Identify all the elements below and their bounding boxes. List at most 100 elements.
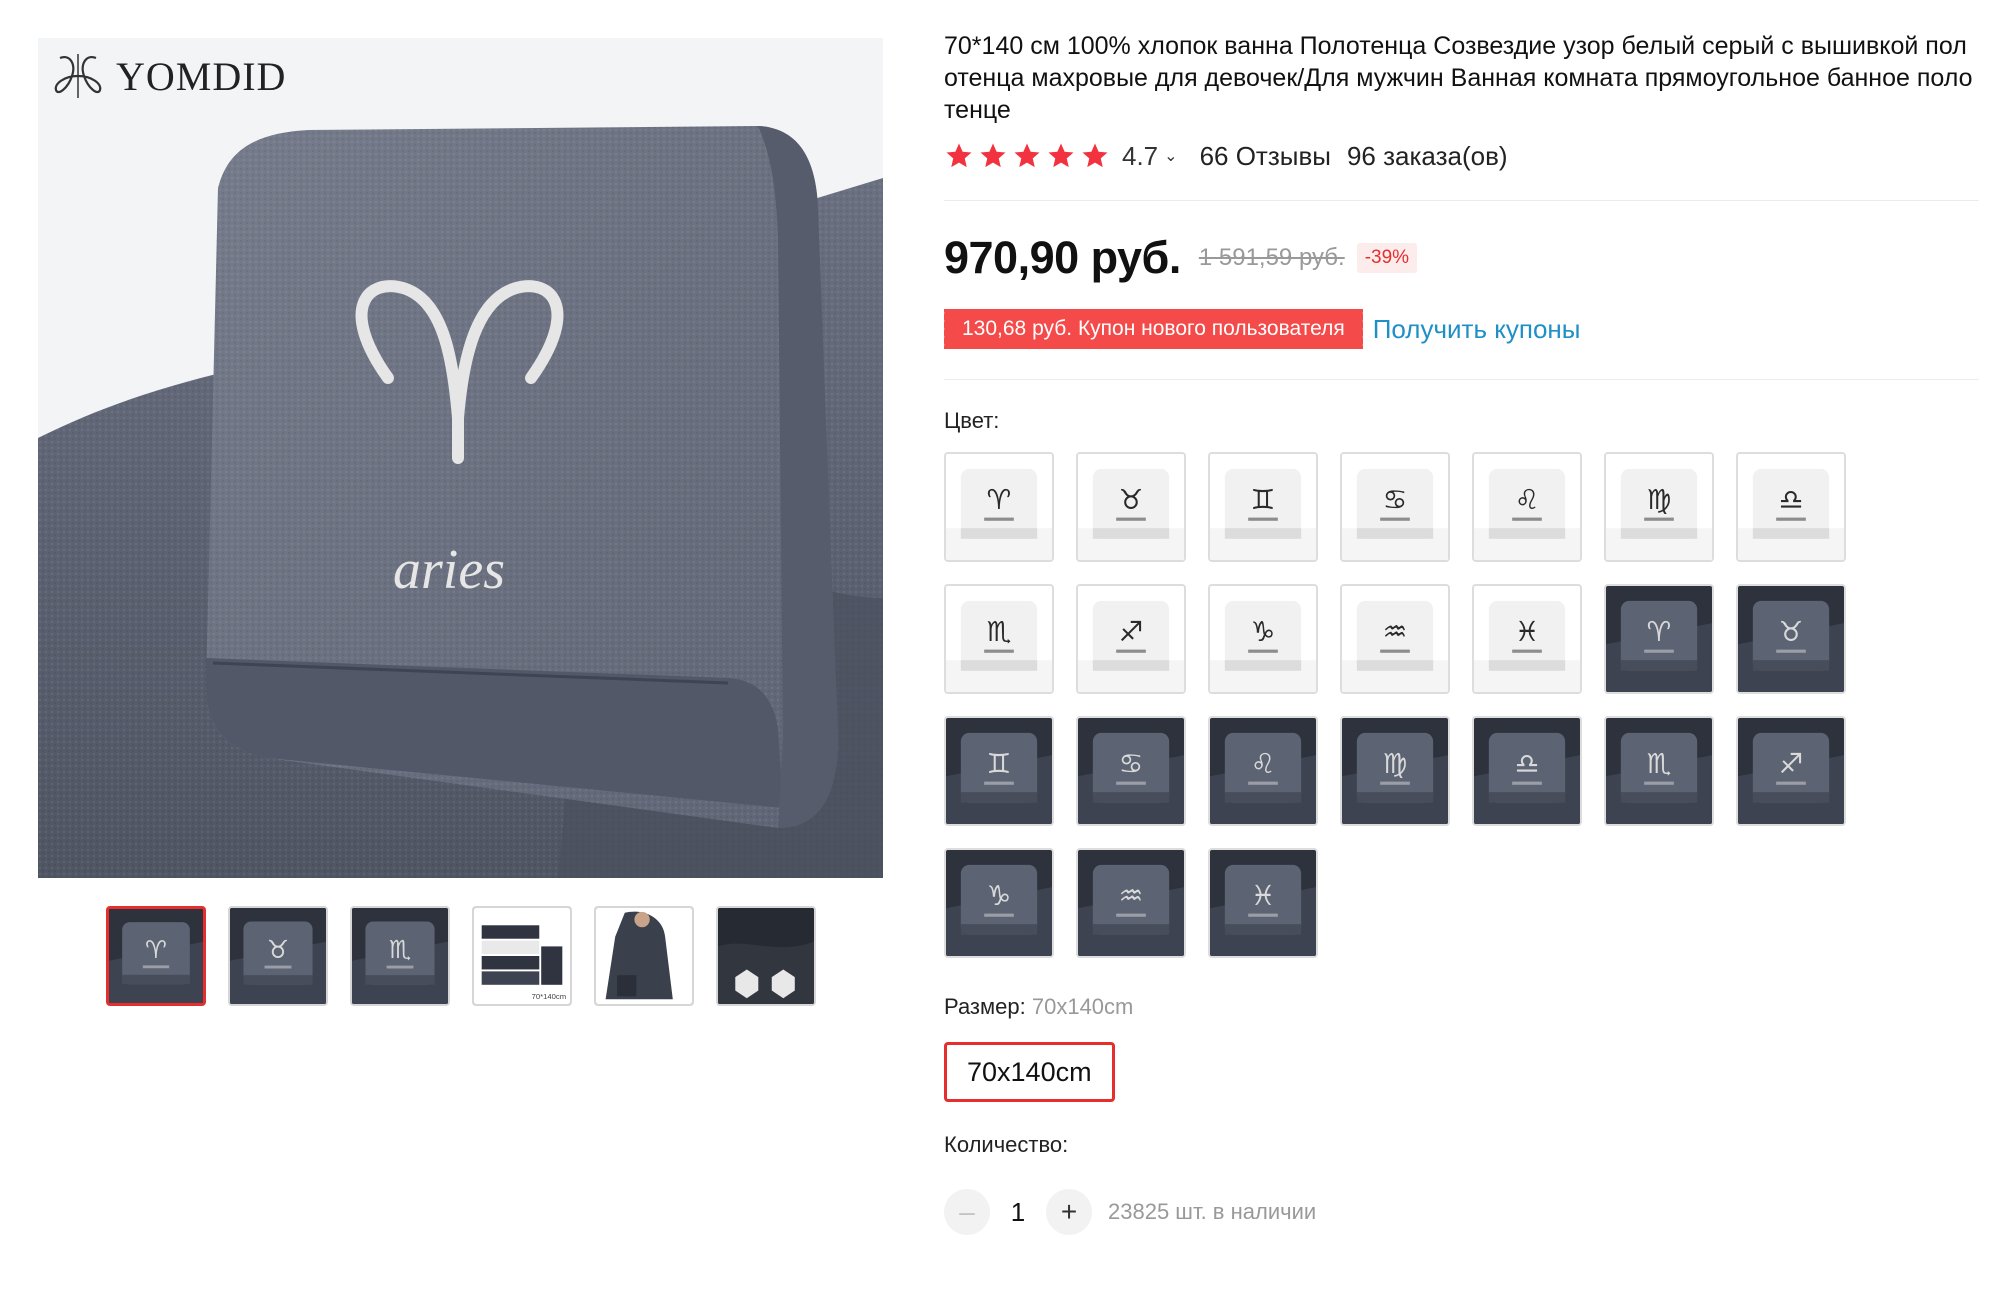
color-swatch-gray-virgo[interactable]: ♍ [1340, 716, 1450, 826]
orders-count: 96 заказа(ов) [1346, 140, 1508, 171]
svg-text:♊: ♊ [987, 748, 1012, 780]
color-swatch-white-aries[interactable]: ♈ [944, 452, 1054, 562]
svg-text:♎: ♎ [1515, 748, 1540, 780]
color-swatch-white-sagittarius[interactable]: ♐ [1076, 584, 1186, 694]
original-price: 1 591,59 руб. [1198, 244, 1345, 271]
embroidery-caption: aries [393, 539, 505, 601]
svg-text:♍: ♍ [1383, 748, 1408, 780]
svg-text:♐: ♐ [1779, 748, 1804, 780]
stock-available: 23825 шт. в наличии [1108, 1199, 1317, 1224]
star-icon [1082, 143, 1108, 168]
thumbnail-detail[interactable] [716, 906, 816, 1006]
new-user-coupon-badge: 130,68 руб. Купон нового пользователя [941, 309, 1363, 349]
color-swatch-gray-leo[interactable]: ♌ [1208, 716, 1318, 826]
product-gallery: aries YOMDID ♈ ♉ ♏ 70*140cm [38, 38, 888, 1006]
chevron-down-icon[interactable]: ⌄ [1164, 146, 1177, 166]
svg-text:♒: ♒ [1383, 616, 1408, 648]
towel-photo: aries [38, 38, 883, 878]
svg-text:70*140cm: 70*140cm [532, 992, 567, 1001]
color-swatch-gray-capricorn[interactable]: ♑ [944, 848, 1054, 958]
thumbnail-strip: ♈ ♉ ♏ 70*140cm [106, 906, 816, 1006]
svg-text:♏: ♏ [1647, 748, 1672, 780]
brand-name: YOMDID [116, 53, 287, 99]
size-label: Размер: [944, 994, 1026, 1019]
svg-text:♐: ♐ [1119, 616, 1144, 648]
color-swatch-gray-aries[interactable]: ♈ [1604, 584, 1714, 694]
color-swatch-gray-sagittarius[interactable]: ♐ [1736, 716, 1846, 826]
price-row: 970,90 руб. 1 591,59 руб. -39% [944, 231, 1974, 285]
rating-value[interactable]: 4.7 [1122, 141, 1158, 172]
svg-text:♌: ♌ [1251, 748, 1276, 780]
star-icon [980, 143, 1006, 168]
reviews-link[interactable]: 66 Отзывы [1200, 141, 1331, 172]
brand-logo: YOMDID [46, 44, 286, 108]
quantity-value[interactable]: 1 [990, 1197, 1046, 1228]
svg-text:♎: ♎ [1779, 484, 1804, 516]
rating-stars [944, 141, 1110, 171]
color-swatch-white-gemini[interactable]: ♊ [1208, 452, 1318, 562]
svg-text:♈: ♈ [1647, 616, 1672, 648]
svg-text:♊: ♊ [1251, 484, 1276, 516]
quantity-stepper: – 1 + 23825 шт. в наличии [944, 1188, 1974, 1236]
color-swatch-gray-gemini[interactable]: ♊ [944, 716, 1054, 826]
svg-text:♈: ♈ [145, 935, 167, 964]
current-price: 970,90 руб. [944, 232, 1181, 283]
minus-icon[interactable]: – [944, 1189, 990, 1235]
thumbnail-scorpio[interactable]: ♏ [350, 906, 450, 1006]
thumbnail-aries[interactable]: ♈ [106, 906, 206, 1006]
brand-monogram-icon [54, 54, 102, 98]
color-swatch-gray-taurus[interactable]: ♉ [1736, 584, 1846, 694]
color-swatch-gray-libra[interactable]: ♎ [1472, 716, 1582, 826]
color-swatch-white-pisces[interactable]: ♓ [1472, 584, 1582, 694]
svg-text:♓: ♓ [1515, 616, 1540, 648]
divider [944, 200, 1979, 201]
color-swatch-gray-scorpio[interactable]: ♏ [1604, 716, 1714, 826]
svg-text:♋: ♋ [1119, 748, 1144, 780]
size-label-row: Размер: 70x140cm [944, 994, 1974, 1020]
svg-text:♑: ♑ [1251, 616, 1276, 648]
color-label: Цвет: [944, 408, 1000, 433]
svg-text:♉: ♉ [267, 935, 289, 964]
discount-badge: -39% [1356, 243, 1418, 273]
svg-text:♌: ♌ [1515, 484, 1540, 516]
svg-text:♋: ♋ [1383, 484, 1408, 516]
divider [944, 379, 1979, 380]
svg-text:♏: ♏ [987, 616, 1012, 648]
svg-text:♒: ♒ [1119, 880, 1144, 912]
svg-text:♈: ♈ [987, 484, 1012, 516]
product-info: 70*140 см 100% хлопок ванна Полотенца Со… [941, 30, 1979, 1236]
main-product-image[interactable]: aries YOMDID [38, 38, 883, 878]
svg-text:♉: ♉ [1119, 484, 1144, 516]
color-swatch-gray-pisces[interactable]: ♓ [1208, 848, 1318, 958]
star-icon [1048, 143, 1074, 168]
star-icon [1014, 143, 1040, 168]
color-swatch-gray-cancer[interactable]: ♋ [1076, 716, 1186, 826]
color-swatch-white-aquarius[interactable]: ♒ [1340, 584, 1450, 694]
color-swatch-grid: ♈ ♉ ♊ ♋ ♌ ♍ ♎ ♏ ♐ ♑ ♒ ♓ ♈ ♉ ♊ ♋ ♌ ♍ ♎ ♏ … [944, 452, 1846, 958]
rating-row: 4.7 ⌄ 66 Отзывы 96 заказа(ов) [944, 138, 1974, 174]
product-title: 70*140 см 100% хлопок ванна Полотенца Со… [944, 32, 1973, 124]
plus-icon[interactable]: + [1046, 1189, 1092, 1235]
thumbnail-model[interactable] [594, 906, 694, 1006]
color-swatch-white-taurus[interactable]: ♉ [1076, 452, 1186, 562]
svg-text:♏: ♏ [389, 935, 411, 964]
star-icon [946, 143, 972, 168]
color-swatch-white-leo[interactable]: ♌ [1472, 452, 1582, 562]
quantity-label: Количество: [944, 1132, 1069, 1157]
size-selected-value: 70x140cm [1031, 994, 1134, 1019]
color-swatch-gray-aquarius[interactable]: ♒ [1076, 848, 1186, 958]
color-swatch-white-cancer[interactable]: ♋ [1340, 452, 1450, 562]
size-option-70x140[interactable]: 70x140cm [944, 1042, 1115, 1102]
thumbnail-stack[interactable]: 70*140cm [472, 906, 572, 1006]
color-swatch-white-scorpio[interactable]: ♏ [944, 584, 1054, 694]
coupon-row: 130,68 руб. Купон нового пользователя По… [941, 307, 1974, 351]
get-coupons-link[interactable]: Получить купоны [1373, 314, 1581, 345]
color-swatch-white-capricorn[interactable]: ♑ [1208, 584, 1318, 694]
color-swatch-white-libra[interactable]: ♎ [1736, 452, 1846, 562]
thumbnail-taurus[interactable]: ♉ [228, 906, 328, 1006]
svg-text:♓: ♓ [1251, 880, 1276, 912]
color-swatch-white-virgo[interactable]: ♍ [1604, 452, 1714, 562]
svg-text:♑: ♑ [987, 880, 1012, 912]
svg-text:♉: ♉ [1779, 616, 1804, 648]
svg-text:♍: ♍ [1647, 484, 1672, 516]
